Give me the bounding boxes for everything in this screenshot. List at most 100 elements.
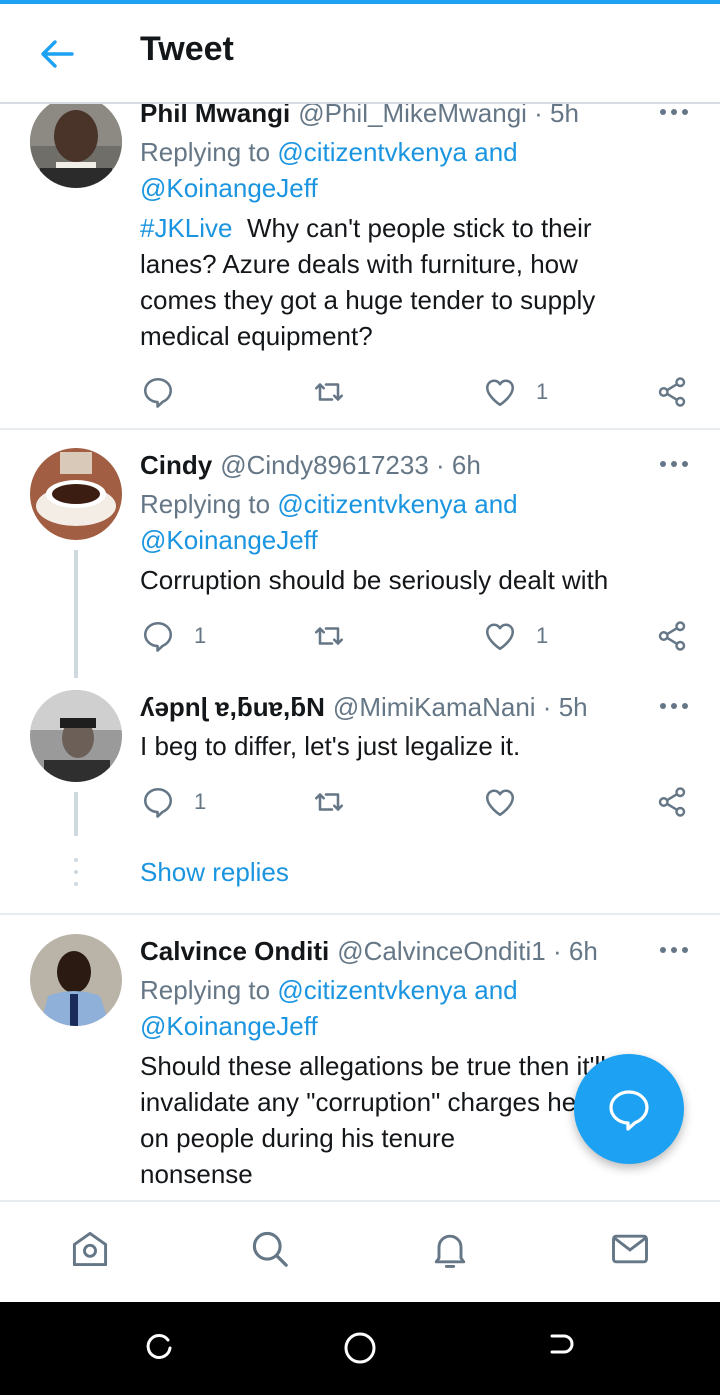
retweet-button[interactable] xyxy=(311,614,351,658)
mention-link[interactable]: @citizentvkenya xyxy=(277,137,467,167)
mention-link[interactable]: @KoinangeJeff xyxy=(140,173,318,203)
reply-count: 1 xyxy=(194,623,207,648)
retweet-icon xyxy=(314,383,344,401)
replying-to-second: @KoinangeJeff xyxy=(140,1008,318,1044)
author-name[interactable]: Calvince Onditi xyxy=(140,936,329,966)
tweet-actions: 1 xyxy=(0,370,720,414)
retweet-button[interactable] xyxy=(311,370,351,414)
like-count: 1 xyxy=(536,379,549,404)
nav-home[interactable] xyxy=(68,1227,112,1271)
tweet-time: 6h xyxy=(451,450,481,480)
tweet-text-line: medical equipment? xyxy=(140,321,373,351)
bottom-navigation xyxy=(0,1200,720,1302)
author-name[interactable]: Cindy xyxy=(140,450,212,480)
more-horizontal-icon xyxy=(660,461,688,467)
replying-to: Replying to @citizentvkenya and xyxy=(140,134,518,170)
heart-icon xyxy=(485,379,515,407)
replying-to-second: @KoinangeJeff xyxy=(140,522,318,558)
recent-apps-button[interactable] xyxy=(142,1330,178,1366)
tweet-text-line: I beg to differ, let's just legalize it. xyxy=(140,731,521,761)
tweet-time: 5h xyxy=(558,692,588,722)
top-app-bar: Tweet xyxy=(0,4,720,104)
compose-reply-icon xyxy=(609,1090,649,1131)
system-navigation-bar xyxy=(0,1300,720,1395)
avatar[interactable] xyxy=(30,934,122,1026)
avatar[interactable] xyxy=(30,448,122,540)
more-options-button[interactable] xyxy=(656,694,692,718)
back-button[interactable] xyxy=(34,34,82,74)
replying-to: Replying to @citizentvkenya and xyxy=(140,486,518,522)
heart-icon xyxy=(485,623,515,651)
author-name[interactable]: ʎǝpnɭ ɐ,ƃuɐ,ƃN xyxy=(140,692,325,722)
reply-button[interactable] xyxy=(140,370,180,414)
more-horizontal-icon xyxy=(660,703,688,709)
like-button[interactable]: 1 xyxy=(482,614,562,658)
tweet-text-line: Corruption should be seriously dealt wit… xyxy=(140,565,609,595)
tweet-divider xyxy=(0,428,720,430)
tweet-text-line: lanes? Azure deals with furniture, how xyxy=(140,249,578,279)
reply-icon xyxy=(143,377,173,408)
tweet-text-line: #JKLive Why can't people stick to their xyxy=(140,210,592,246)
more-horizontal-icon xyxy=(660,947,688,953)
author-handle[interactable]: @Cindy89617233 xyxy=(220,450,429,480)
search-icon xyxy=(252,1231,288,1267)
tweet-actions: 1 1 xyxy=(0,614,720,658)
compose-reply-button[interactable] xyxy=(574,1054,684,1164)
page-title: Tweet xyxy=(140,30,234,68)
home-icon xyxy=(72,1231,108,1267)
author-handle[interactable]: @MimiKamaNani xyxy=(333,692,536,722)
retweet-button[interactable] xyxy=(311,780,351,824)
tweet-divider xyxy=(0,913,720,915)
home-system-button[interactable] xyxy=(342,1330,378,1366)
like-button[interactable] xyxy=(482,780,562,824)
tweet-feed: Phil Mwangi @Phil_MikeMwangi · 5h Replyin… xyxy=(0,0,720,1200)
share-button[interactable] xyxy=(654,780,694,824)
author-handle[interactable]: @CalvinceOnditi1 xyxy=(337,936,545,966)
replying-to-second: @KoinangeJeff xyxy=(140,170,318,206)
retweet-icon xyxy=(314,793,344,811)
thread-dots xyxy=(74,858,78,886)
mention-link[interactable]: @citizentvkenya xyxy=(277,975,467,1005)
tweet-text-line: on people during his tenure xyxy=(140,1123,456,1153)
circle-home-icon xyxy=(344,1332,376,1364)
mention-link[interactable]: @KoinangeJeff xyxy=(140,525,318,555)
reply-count: 1 xyxy=(194,789,207,814)
nav-messages[interactable] xyxy=(608,1227,652,1271)
arrow-left-icon xyxy=(41,40,74,68)
tweet-text-line: nonsense xyxy=(140,1159,253,1189)
share-icon xyxy=(658,787,686,817)
avatar[interactable] xyxy=(30,96,122,188)
mention-link[interactable]: @citizentvkenya xyxy=(277,489,467,519)
show-replies-link[interactable]: Show replies xyxy=(140,857,289,888)
tweet-header: ʎǝpnɭ ɐ,ƃuɐ,ƃN @MimiKamaNani · 5h xyxy=(140,692,588,722)
share-button[interactable] xyxy=(654,614,694,658)
tweet-text-line: Should these allegations be true then it… xyxy=(140,1051,607,1081)
tweet-header: Cindy @Cindy89617233 · 6h xyxy=(140,450,481,480)
more-options-button[interactable] xyxy=(656,452,692,476)
reply-icon xyxy=(143,621,173,652)
bell-icon xyxy=(434,1234,466,1268)
share-button[interactable] xyxy=(654,370,694,414)
reply-button[interactable]: 1 xyxy=(140,614,220,658)
mention-link[interactable]: @KoinangeJeff xyxy=(140,1011,318,1041)
hashtag-link[interactable]: #JKLive xyxy=(140,213,233,243)
recent-apps-icon xyxy=(146,1333,172,1359)
share-icon xyxy=(658,377,686,407)
like-button[interactable]: 1 xyxy=(482,370,562,414)
nav-search[interactable] xyxy=(248,1227,292,1271)
more-options-button[interactable] xyxy=(656,938,692,962)
heart-icon xyxy=(485,789,515,817)
retweet-icon xyxy=(314,627,344,645)
reply-icon xyxy=(143,787,173,818)
back-system-button[interactable] xyxy=(542,1330,578,1366)
mail-icon xyxy=(612,1234,648,1264)
replying-to: Replying to @citizentvkenya and xyxy=(140,972,518,1008)
nav-notifications[interactable] xyxy=(428,1227,472,1271)
reply-button[interactable]: 1 xyxy=(140,780,220,824)
tweet-text: Why can't people stick to their xyxy=(246,213,592,243)
replying-to-label: Replying to xyxy=(140,137,271,167)
tweet-text-line: comes they got a huge tender to supply xyxy=(140,285,596,315)
avatar[interactable] xyxy=(30,690,122,782)
and-text: and xyxy=(474,137,518,167)
and-text: and xyxy=(474,489,518,519)
